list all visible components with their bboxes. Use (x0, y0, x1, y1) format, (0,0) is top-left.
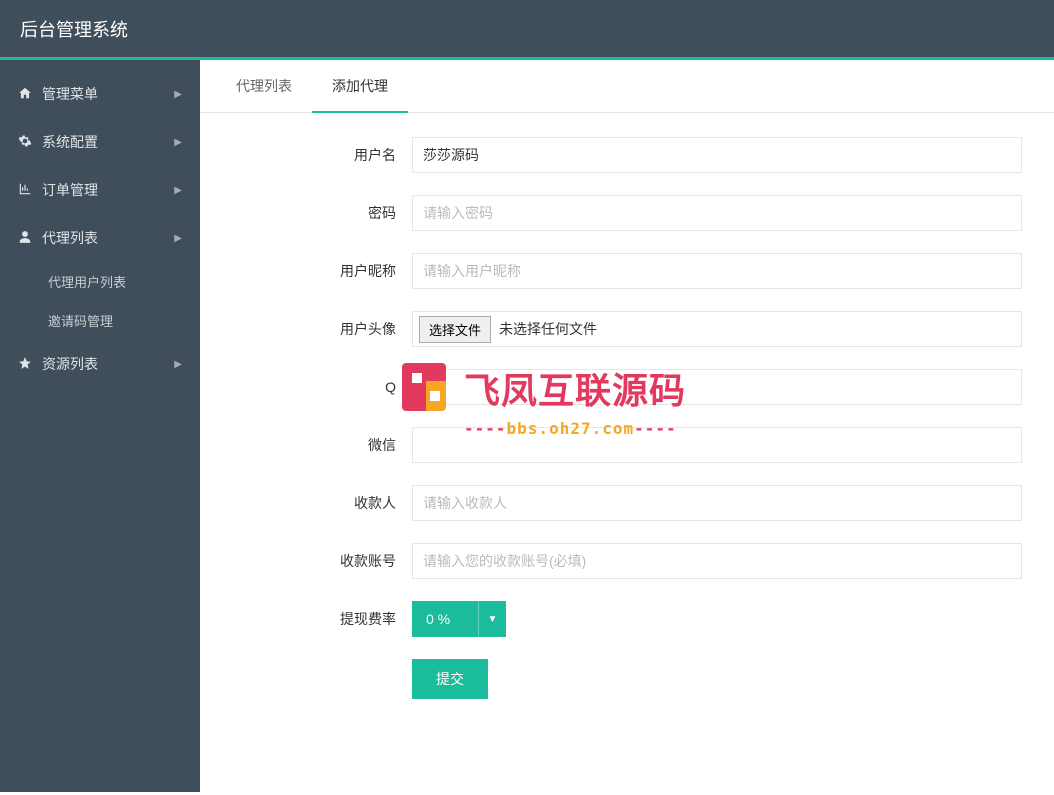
form-row-nickname: 用户昵称 (232, 253, 1022, 289)
label-username: 用户名 (232, 145, 412, 165)
sidebar-subitem-label: 代理用户列表 (48, 275, 126, 290)
sidebar-item-label: 资源列表 (42, 354, 98, 374)
app-title: 后台管理系统 (20, 16, 128, 42)
main-content: 代理列表 添加代理 用户名 密码 用 (200, 60, 1054, 792)
label-qq: Q (232, 379, 412, 395)
sidebar-item-label: 管理菜单 (42, 84, 98, 104)
sidebar-item-system-config[interactable]: 系统配置 ▶ (0, 118, 200, 166)
label-avatar: 用户头像 (232, 319, 412, 339)
sidebar-item-label: 订单管理 (42, 180, 98, 200)
tab-label: 添加代理 (332, 78, 388, 94)
chevron-down-icon: ▼ (478, 601, 506, 637)
label-account: 收款账号 (232, 551, 412, 571)
username-input[interactable] (412, 137, 1022, 173)
submit-button[interactable]: 提交 (412, 659, 488, 699)
label-rate: 提现费率 (232, 609, 412, 629)
sidebar-subitem-label: 邀请码管理 (48, 314, 113, 329)
form-row-submit: 提交 (232, 659, 1022, 699)
form-row-account: 收款账号 (232, 543, 1022, 579)
chevron-right-icon: ▶ (174, 233, 182, 244)
form-row-username: 用户名 (232, 137, 1022, 173)
chevron-right-icon: ▶ (174, 89, 182, 100)
form-row-wechat: 微信 (232, 427, 1022, 463)
form-row-password: 密码 (232, 195, 1022, 231)
tab-agent-list[interactable]: 代理列表 (216, 60, 312, 112)
rate-value: 0 % (426, 611, 450, 627)
chevron-right-icon: ▶ (174, 137, 182, 148)
avatar-file-input[interactable]: 选择文件 未选择任何文件 (412, 311, 1022, 347)
form-row-rate: 提现费率 0 % ▼ (232, 601, 1022, 637)
form-row-payee: 收款人 (232, 485, 1022, 521)
label-nickname: 用户昵称 (232, 261, 412, 281)
main-container: 管理菜单 ▶ 系统配置 ▶ 订单管理 ▶ (0, 60, 1054, 792)
sidebar-item-label: 系统配置 (42, 132, 98, 152)
choose-file-button[interactable]: 选择文件 (419, 316, 491, 343)
gears-icon (18, 134, 34, 151)
form-row-avatar: 用户头像 选择文件 未选择任何文件 (232, 311, 1022, 347)
label-password: 密码 (232, 203, 412, 223)
tabs: 代理列表 添加代理 (200, 60, 1054, 113)
sidebar-subitem-agent-user-list[interactable]: 代理用户列表 (0, 262, 200, 301)
form-area: 用户名 密码 用户昵称 用户头像 (200, 113, 1054, 745)
account-input[interactable] (412, 543, 1022, 579)
chevron-right-icon: ▶ (174, 185, 182, 196)
user-icon (18, 230, 34, 247)
file-status-text: 未选择任何文件 (499, 319, 597, 339)
label-wechat: 微信 (232, 435, 412, 455)
password-input[interactable] (412, 195, 1022, 231)
tab-add-agent[interactable]: 添加代理 (312, 60, 408, 112)
sidebar-item-label: 代理列表 (42, 228, 98, 248)
nickname-input[interactable] (412, 253, 1022, 289)
label-payee: 收款人 (232, 493, 412, 513)
chart-icon (18, 182, 34, 199)
sidebar-item-agent-list[interactable]: 代理列表 ▶ (0, 214, 200, 262)
qq-input[interactable] (412, 369, 1022, 405)
chevron-right-icon: ▶ (174, 359, 182, 370)
sidebar-item-admin-menu[interactable]: 管理菜单 ▶ (0, 70, 200, 118)
sidebar: 管理菜单 ▶ 系统配置 ▶ 订单管理 ▶ (0, 60, 200, 792)
home-icon (18, 86, 34, 103)
app-header: 后台管理系统 (0, 0, 1054, 60)
sidebar-item-order-manage[interactable]: 订单管理 ▶ (0, 166, 200, 214)
wechat-input[interactable] (412, 427, 1022, 463)
star-icon (18, 356, 34, 373)
rate-select[interactable]: 0 % ▼ (412, 601, 506, 637)
form-row-qq: Q (232, 369, 1022, 405)
sidebar-subitem-invite-code[interactable]: 邀请码管理 (0, 301, 200, 340)
tab-label: 代理列表 (236, 78, 292, 94)
payee-input[interactable] (412, 485, 1022, 521)
sidebar-item-resource-list[interactable]: 资源列表 ▶ (0, 340, 200, 388)
